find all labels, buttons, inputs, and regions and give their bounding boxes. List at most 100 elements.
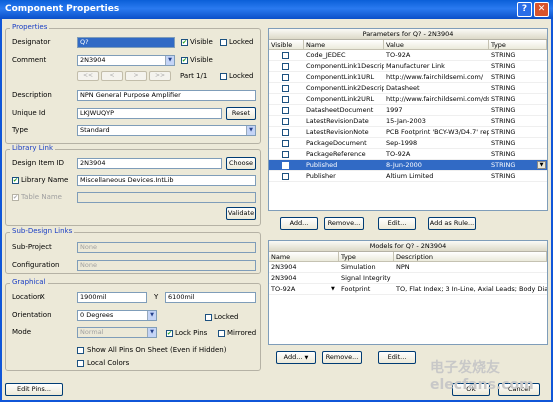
param-value: Datasheet xyxy=(386,84,420,92)
table-row[interactable]: ComponentLink2DescriptionDatasheet STRING xyxy=(269,83,547,94)
chevron-down-icon: ▼ xyxy=(165,56,174,65)
param-name: LatestRevisionNote xyxy=(306,128,369,136)
row-visible-checkbox[interactable] xyxy=(282,63,289,70)
col-name[interactable]: Name xyxy=(304,40,384,50)
close-button[interactable]: ✕ xyxy=(534,2,549,17)
lock-pins-checkbox[interactable]: ✔ xyxy=(166,330,173,337)
model-edit-button[interactable]: Edit... xyxy=(378,351,416,364)
table-row[interactable]: DatasheetDocument 1997 STRING xyxy=(269,105,547,116)
row-visible-checkbox[interactable] xyxy=(282,173,289,180)
col-model-name[interactable]: Name xyxy=(269,252,339,262)
configuration-input[interactable]: None xyxy=(77,260,256,271)
row-visible-checkbox[interactable] xyxy=(282,74,289,81)
orientation-locked-checkbox[interactable] xyxy=(205,314,212,321)
designator-locked-checkbox[interactable] xyxy=(220,39,227,46)
add-as-rule-button[interactable]: Add as Rule... xyxy=(428,217,476,230)
param-name: Publisher xyxy=(306,172,336,180)
table-row[interactable]: LatestRevisionDate 15-Jan-2003 STRING xyxy=(269,116,547,127)
table-row[interactable]: ComponentLink1DescriptionManufacturer Li… xyxy=(269,61,547,72)
table-row[interactable]: PackageDocument Sep-1998 STRING xyxy=(269,138,547,149)
row-visible-checkbox[interactable] xyxy=(282,52,289,59)
col-value[interactable]: Value xyxy=(384,40,489,50)
part-locked-checkbox[interactable] xyxy=(220,73,227,80)
model-add-button[interactable]: Add... ▼ xyxy=(276,351,316,364)
prev-part-button[interactable]: < xyxy=(101,71,123,81)
mode-value: Normal xyxy=(80,328,104,336)
type-combo[interactable]: Standard ▼ xyxy=(77,125,256,136)
table-row[interactable]: ComponentLink2URL http://www.fairchildsem… xyxy=(269,94,547,105)
unique-id-input[interactable]: LKJWUQYP xyxy=(77,108,222,119)
param-name: PackageReference xyxy=(306,150,366,158)
table-row[interactable]: 2N3904 Signal Integrity xyxy=(269,273,547,284)
row-visible-checkbox[interactable] xyxy=(282,140,289,147)
table-name-checkbox[interactable]: ✔ xyxy=(12,194,19,201)
param-type: STRING xyxy=(491,62,516,70)
mirrored-checkbox[interactable] xyxy=(218,330,225,337)
table-row[interactable]: LatestRevisionNote PCB Footprint 'BCY-W3/… xyxy=(269,127,547,138)
models-list: 2N3904 Simulation NPN 2N3904 Signal Integrit… xyxy=(269,262,547,295)
table-row[interactable]: Code_JEDEC TO-92A STRING xyxy=(269,50,547,61)
row-visible-checkbox[interactable] xyxy=(282,151,289,158)
param-name: PackageDocument xyxy=(306,139,367,147)
chevron-down-icon: ▼ xyxy=(147,311,156,320)
table-row[interactable]: Publisher Altium Limited STRING xyxy=(269,171,547,182)
row-visible-checkbox[interactable] xyxy=(282,162,289,169)
param-value: Altium Limited xyxy=(386,172,434,180)
param-type: STRING xyxy=(491,51,516,59)
graphical-group-title: Graphical xyxy=(10,278,48,287)
table-name-input[interactable] xyxy=(77,192,256,203)
param-remove-button[interactable]: Remove... xyxy=(324,217,364,230)
param-add-button[interactable]: Add... xyxy=(280,217,318,230)
library-name-input[interactable]: Miscellaneous Devices.IntLib xyxy=(77,175,256,186)
col-visible[interactable]: Visible xyxy=(269,40,304,50)
location-x-input[interactable]: 1900mil xyxy=(77,292,147,303)
chevron-down-icon[interactable]: ▼ xyxy=(537,161,546,169)
next-part-button[interactable]: > xyxy=(125,71,147,81)
description-input[interactable]: NPN General Purpose Amplifier xyxy=(77,90,256,101)
chevron-down-icon[interactable]: ▼ xyxy=(329,284,339,295)
edit-pins-button[interactable]: Edit Pins... xyxy=(5,383,63,396)
mode-combo[interactable]: Normal ▼ xyxy=(77,327,157,338)
last-part-button[interactable]: >> xyxy=(149,71,171,81)
designator-input[interactable]: Q? xyxy=(77,37,175,48)
choose-button[interactable]: Choose xyxy=(226,157,256,170)
parameters-panel: Parameters for Q? - 2N3904 Visible Name … xyxy=(268,28,548,211)
first-part-button[interactable]: << xyxy=(77,71,99,81)
reset-button[interactable]: Reset xyxy=(226,107,256,120)
param-edit-button[interactable]: Edit... xyxy=(378,217,416,230)
sub-project-input[interactable]: None xyxy=(77,242,256,253)
type-value: Standard xyxy=(80,126,110,134)
orientation-combo[interactable]: 0 Degrees ▼ xyxy=(77,310,157,321)
design-item-input[interactable]: 2N3904 xyxy=(77,158,222,169)
param-type: STRING xyxy=(491,139,516,147)
designator-visible-checkbox[interactable]: ✔ xyxy=(181,39,188,46)
validate-button[interactable]: Validate xyxy=(226,207,256,220)
table-row[interactable]: 2N3904 Simulation NPN xyxy=(269,262,547,273)
model-remove-button[interactable]: Remove... xyxy=(322,351,362,364)
show-all-pins-checkbox[interactable] xyxy=(77,347,84,354)
comment-combo[interactable]: 2N3904 ▼ xyxy=(77,55,175,66)
table-row[interactable]: Published 8-Jun-2000 STRING ▼ xyxy=(269,160,547,171)
param-value: 8-Jun-2000 xyxy=(386,161,422,169)
library-name-checkbox[interactable]: ✔ xyxy=(12,177,19,184)
col-model-description[interactable]: Description xyxy=(394,252,547,262)
table-row[interactable]: TO-92A ▼ Footprint TO, Flat Index; 3 In-Lin… xyxy=(269,284,547,295)
comment-visible-checkbox[interactable]: ✔ xyxy=(181,57,188,64)
param-type: STRING xyxy=(491,84,516,92)
help-button[interactable]: ? xyxy=(517,2,532,17)
param-type: STRING xyxy=(491,95,516,103)
col-model-type[interactable]: Type xyxy=(339,252,394,262)
row-visible-checkbox[interactable] xyxy=(282,118,289,125)
title-bar: Component Properties xyxy=(0,0,553,19)
table-row[interactable]: ComponentLink1URL http://www.fairchildsem… xyxy=(269,72,547,83)
row-visible-checkbox[interactable] xyxy=(282,85,289,92)
location-y-input[interactable]: 6100mil xyxy=(165,292,256,303)
row-visible-checkbox[interactable] xyxy=(282,129,289,136)
col-type[interactable]: Type xyxy=(489,40,547,50)
row-visible-checkbox[interactable] xyxy=(282,96,289,103)
param-name: Published xyxy=(306,161,338,169)
local-colors-checkbox[interactable] xyxy=(77,360,84,367)
table-row[interactable]: PackageReference TO-92A STRING xyxy=(269,149,547,160)
location-x-label: X xyxy=(40,293,45,301)
row-visible-checkbox[interactable] xyxy=(282,107,289,114)
